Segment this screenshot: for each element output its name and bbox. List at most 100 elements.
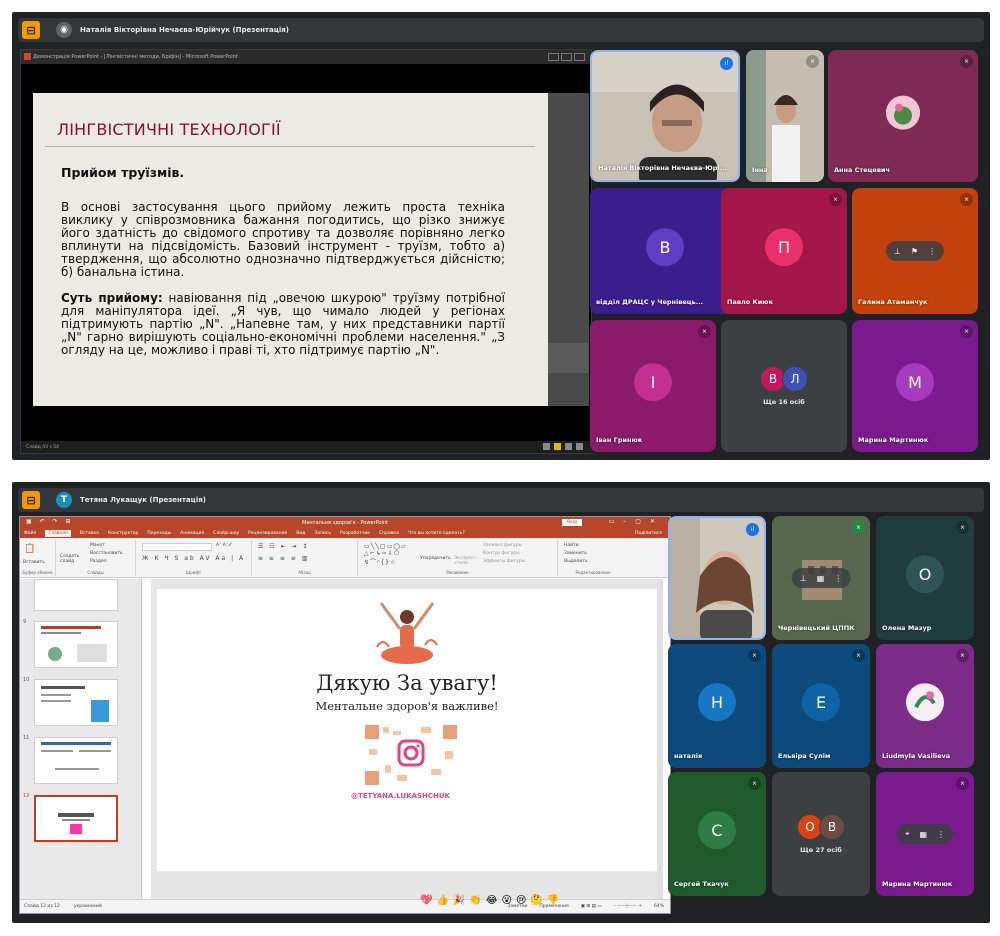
language-indicator[interactable]: украинский: [74, 904, 102, 909]
participant-tile-camera[interactable]: ıl: [668, 516, 766, 640]
participant-tile-maryna[interactable]: ⌖ ▦ ⋮ ⨯ Марина Мартинюк: [876, 772, 974, 896]
maximize-icon[interactable]: [561, 53, 572, 61]
zoom-slider[interactable]: – ——|—— +: [614, 904, 642, 909]
pin-icon[interactable]: ⌖: [905, 829, 910, 839]
shapes-gallery[interactable]: ▭╲╲▢▭◯▱ △⌐↳⇨⇩⬠ ↯⌒◜{}☆: [364, 543, 407, 566]
shape-effects-button[interactable]: Эффекты фигуры: [483, 559, 525, 564]
tab-file[interactable]: Файл: [24, 531, 36, 536]
participant-tile-ivan[interactable]: І ⨯ Іван Гринюк: [590, 320, 716, 452]
tab-view[interactable]: Вид: [296, 531, 305, 536]
thumbs-up-reaction[interactable]: 👍: [436, 895, 448, 906]
thumbs-down-reaction[interactable]: 👎: [547, 895, 559, 906]
more-options-icon[interactable]: ⋮: [928, 247, 936, 256]
powerpoint-slideshow-window[interactable]: Демонстрація PowerPoint - [Лінгвістичні …: [20, 49, 593, 454]
participant-tile-halyna[interactable]: ⊥ ⚑ ⋮ ⨯ Галина Атаманчук: [852, 188, 978, 314]
clap-reaction[interactable]: 👏: [469, 895, 481, 906]
pin-icon[interactable]: ⊥: [894, 247, 901, 256]
tell-me-search[interactable]: Что вы хотите сделать?: [408, 531, 465, 536]
participant-tile-maryna[interactable]: М ⨯ Марина Мартинюк: [852, 320, 978, 452]
tab-insert[interactable]: Вставка: [80, 531, 99, 536]
more-options-icon[interactable]: ⋮: [834, 574, 842, 583]
new-slide-button[interactable]: Создать слайд: [60, 554, 86, 564]
slide-thumbnail[interactable]: [34, 579, 118, 611]
find-button[interactable]: Найти: [564, 543, 579, 548]
shape-outline-button[interactable]: Контур фигуры: [483, 551, 520, 556]
tab-help[interactable]: Справка: [379, 531, 399, 536]
tab-transitions[interactable]: Переходы: [147, 531, 171, 536]
select-button[interactable]: Выделить: [564, 559, 588, 564]
paste-icon[interactable]: 📋: [24, 544, 35, 554]
paste-button[interactable]: Вставить: [23, 560, 45, 565]
tab-animation[interactable]: Анимация: [180, 531, 204, 536]
more-participants-tile[interactable]: О В Ще 27 осіб: [772, 772, 870, 896]
more-participants-tile[interactable]: В Л Ще 16 осіб: [721, 320, 847, 452]
tab-review[interactable]: Рецензирование: [248, 531, 287, 536]
list-icons[interactable]: ☰ ☷ ⇤ ⇥ ↕: [258, 543, 309, 550]
sorter-view-icon[interactable]: [554, 443, 561, 450]
slide-thumbnail[interactable]: [34, 737, 118, 784]
normal-view-icon[interactable]: [543, 443, 550, 450]
align-icons[interactable]: ≡ ≡ ≡ ≡ ▥: [258, 555, 309, 562]
participant-tile-camera[interactable]: ıl Наталія Вікторівна Нечаєва-Юрі...: [590, 50, 740, 182]
reset-button[interactable]: Восстановить: [90, 551, 123, 556]
window-title: Демонстрація PowerPoint - [Лінгвістичні …: [33, 54, 238, 60]
layout-button[interactable]: Макет: [90, 543, 105, 548]
tab-design[interactable]: Конструктор: [108, 531, 138, 536]
tab-record[interactable]: Запись: [314, 531, 331, 536]
laugh-reaction[interactable]: 😂: [486, 895, 498, 906]
signin-button[interactable]: Вхід: [561, 519, 582, 526]
zoom-level[interactable]: 64%: [654, 904, 664, 909]
font-style-icons[interactable]: Ж К Ч S ab AV Aa | A: [142, 555, 245, 562]
window-controls[interactable]: ▭–▢✕: [609, 518, 664, 525]
thinking-reaction[interactable]: 🤔: [530, 895, 542, 906]
minimize-icon[interactable]: [548, 53, 559, 61]
participant-tile-natalia[interactable]: Н ⨯ наталія: [668, 644, 766, 768]
frame-icon[interactable]: ▦: [919, 830, 927, 839]
replace-button[interactable]: Заменить: [564, 551, 587, 556]
pin-icon[interactable]: ⊥: [800, 574, 807, 583]
tile-controls[interactable]: ⊥ ▦ ⋮: [791, 568, 851, 588]
frame-icon[interactable]: ▦: [817, 574, 825, 583]
font-size-icons[interactable]: A˄ A˅ ⁄⁄: [216, 543, 231, 548]
participant-tile-olena[interactable]: О ⨯ Олена Мазур: [876, 516, 974, 640]
sad-reaction[interactable]: 😢: [516, 895, 526, 906]
more-options-icon[interactable]: ⋮: [937, 830, 945, 839]
participant-tile-liudmyla[interactable]: ⨯ Liudmyla Vasilieva: [876, 644, 974, 768]
tab-slideshow[interactable]: Слайд-шоу: [213, 531, 239, 536]
view-buttons[interactable]: ▣ ⊞ ▤ ▭: [581, 904, 602, 909]
surprised-reaction[interactable]: 😮: [502, 895, 512, 906]
shape-fill-button[interactable]: Заливка фигуры: [483, 543, 522, 548]
participant-tile-anna[interactable]: ⨯ Анна Стецевич: [828, 50, 978, 182]
quick-access-icons[interactable]: ▣ ↶ ↷ ⊞: [26, 518, 73, 525]
slideshow-view-icon[interactable]: [576, 443, 583, 450]
close-icon[interactable]: [574, 53, 585, 61]
tile-controls[interactable]: ⊥ ⚑ ⋮: [885, 241, 945, 261]
party-reaction[interactable]: 🎉: [453, 895, 465, 906]
participant-tile-pavlo[interactable]: П ⨯ Павло Киюк: [721, 188, 847, 314]
slide-thumbnail[interactable]: [34, 679, 118, 726]
slide-thumbnail[interactable]: [34, 621, 118, 668]
tile-controls[interactable]: ⌖ ▦ ⋮: [896, 824, 954, 844]
quick-styles-button[interactable]: Экспресс-стили: [454, 556, 478, 566]
participant-tile-camera-2[interactable]: ⨯ Інна: [746, 50, 824, 182]
participant-tile-elvira[interactable]: Е ⨯ Ельвіра Сулім: [772, 644, 870, 768]
share-button[interactable]: Поділитися: [635, 531, 662, 536]
frame-icon[interactable]: ⚑: [911, 247, 918, 256]
powerpoint-editor-window[interactable]: ▣ ↶ ↷ ⊞ Ментальне здоров'я - PowerPoint …: [19, 516, 671, 914]
participant-tile-drats[interactable]: В ⨯ відділ ДРАЦС у Чернівець...: [590, 188, 740, 314]
section-button[interactable]: Раздел: [90, 559, 107, 564]
reading-view-icon[interactable]: [565, 443, 572, 450]
heart-reaction[interactable]: 💖: [420, 895, 432, 906]
slide-thumbnail-selected[interactable]: [34, 795, 118, 842]
window-controls[interactable]: [548, 53, 585, 61]
participant-tile-cppk[interactable]: ⊥ ▦ ⋮ ⨯ Чернівецький ЦППК: [772, 516, 870, 640]
tab-developer[interactable]: Разработчик: [340, 531, 370, 536]
participant-tile-serhii[interactable]: С ⨯ Сергей Ткачук: [668, 772, 766, 896]
participant-name: Liudmyla Vasilieva: [882, 752, 951, 760]
participant-name: Олена Мазур: [882, 624, 932, 632]
arrange-button[interactable]: Упорядочить: [420, 556, 451, 561]
current-slide[interactable]: Дякую За увагу! Ментальне здоров'я важли…: [157, 589, 657, 871]
tab-home[interactable]: Главная: [45, 529, 71, 537]
font-name-select[interactable]: [142, 543, 212, 551]
vertical-scrollbar[interactable]: [657, 579, 663, 899]
